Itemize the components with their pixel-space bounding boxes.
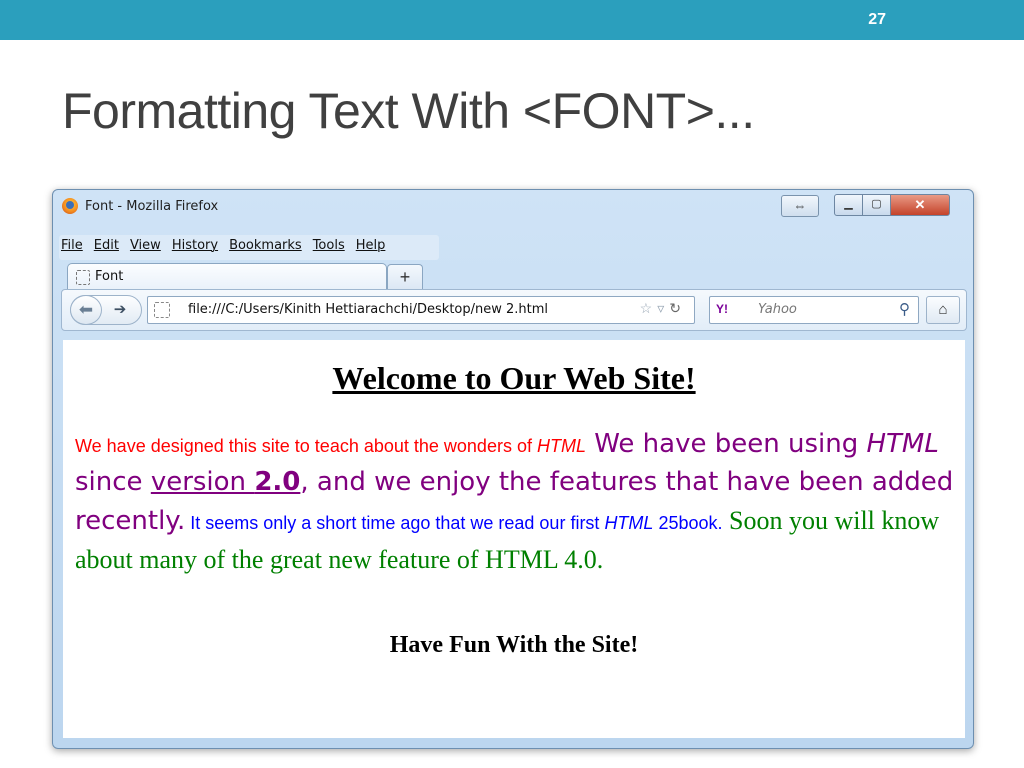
menu-view[interactable]: View bbox=[130, 238, 161, 260]
page-icon bbox=[154, 302, 170, 318]
purple-text-part: since bbox=[75, 467, 151, 497]
reload-icon[interactable]: ↻ bbox=[669, 300, 686, 316]
version-label: version bbox=[150, 467, 255, 497]
menu-bar: File Edit View History Bookmarks Tools H… bbox=[61, 238, 385, 260]
version-number: 2.0 bbox=[254, 467, 301, 497]
red-text-html: HTML bbox=[536, 436, 586, 456]
address-bar[interactable]: file:///C:/Users/Kinith Hettiarachchi/De… bbox=[147, 296, 695, 324]
home-icon[interactable]: ⌂ bbox=[926, 296, 960, 324]
blue-text: It seems only a short time ago that we r… bbox=[185, 513, 722, 533]
menu-file[interactable]: File bbox=[61, 238, 83, 260]
purple-text-html: HTML bbox=[866, 429, 939, 459]
dropdown-icon[interactable]: ▿ bbox=[657, 300, 669, 316]
menu-history[interactable]: History bbox=[172, 238, 218, 260]
page-content: Welcome to Our Web Site! We have designe… bbox=[63, 340, 965, 738]
browser-window: Font - Mozilla Firefox ⇔ ▁ ▢ ✕ File Edit… bbox=[52, 189, 974, 749]
url-controls: ☆▿↻ bbox=[640, 300, 686, 317]
page-heading: Welcome to Our Web Site! bbox=[332, 360, 696, 396]
window-controls: ▁ ▢ ✕ bbox=[834, 194, 950, 216]
blue-text-part: It seems only a short time ago that we r… bbox=[185, 513, 605, 533]
search-icon[interactable]: ⚲ bbox=[899, 300, 910, 318]
slide-header-bar: 27 bbox=[0, 0, 1024, 40]
tab-font[interactable]: Font bbox=[67, 263, 387, 290]
firefox-logo-icon bbox=[62, 198, 78, 214]
slide-title: Formatting Text With <FONT>... bbox=[62, 83, 755, 139]
forward-icon[interactable]: ➔ bbox=[107, 296, 133, 324]
maximize-icon[interactable]: ▢ bbox=[862, 194, 891, 216]
menu-bookmarks[interactable]: Bookmarks bbox=[229, 238, 302, 260]
restore-icon[interactable]: ⇔ bbox=[781, 195, 819, 217]
title-bar: Font - Mozilla Firefox ⇔ ▁ ▢ ✕ bbox=[53, 190, 973, 220]
red-text-part: We have designed this site to teach abou… bbox=[75, 436, 537, 456]
tab-label: Font bbox=[95, 269, 124, 284]
search-bar[interactable]: Y! Yahoo ⚲ bbox=[709, 296, 919, 324]
version-text: version 2.0 bbox=[151, 467, 301, 497]
menu-help[interactable]: Help bbox=[356, 238, 386, 260]
back-forward-group: ⬅ ➔ bbox=[70, 295, 142, 325]
slide-number: 27 bbox=[868, 11, 886, 28]
search-placeholder: Yahoo bbox=[758, 302, 797, 317]
yahoo-badge[interactable]: Y! bbox=[716, 302, 728, 316]
navigation-toolbar: ⬅ ➔ file:///C:/Users/Kinith Hettiarachch… bbox=[61, 289, 967, 331]
page-icon bbox=[76, 270, 90, 285]
menu-tools[interactable]: Tools bbox=[313, 238, 345, 260]
formatted-paragraph: We have designed this site to teach abou… bbox=[75, 427, 960, 581]
red-text: We have designed this site to teach abou… bbox=[75, 436, 586, 456]
window-title: Font - Mozilla Firefox bbox=[85, 199, 219, 214]
star-icon[interactable]: ☆ bbox=[640, 300, 658, 316]
back-icon[interactable]: ⬅ bbox=[70, 295, 102, 325]
close-icon[interactable]: ✕ bbox=[890, 194, 950, 216]
blue-text-html: HTML bbox=[604, 513, 654, 533]
purple-text-part: We have been using bbox=[585, 429, 867, 459]
url-text: file:///C:/Users/Kinith Hettiarachchi/De… bbox=[188, 302, 549, 317]
minimize-icon[interactable]: ▁ bbox=[834, 194, 863, 216]
footer-text: Have Fun With the Site! bbox=[389, 632, 639, 658]
blue-text-part: 25book. bbox=[653, 513, 723, 533]
menu-edit[interactable]: Edit bbox=[94, 238, 119, 260]
new-tab-button[interactable]: + bbox=[387, 264, 423, 290]
